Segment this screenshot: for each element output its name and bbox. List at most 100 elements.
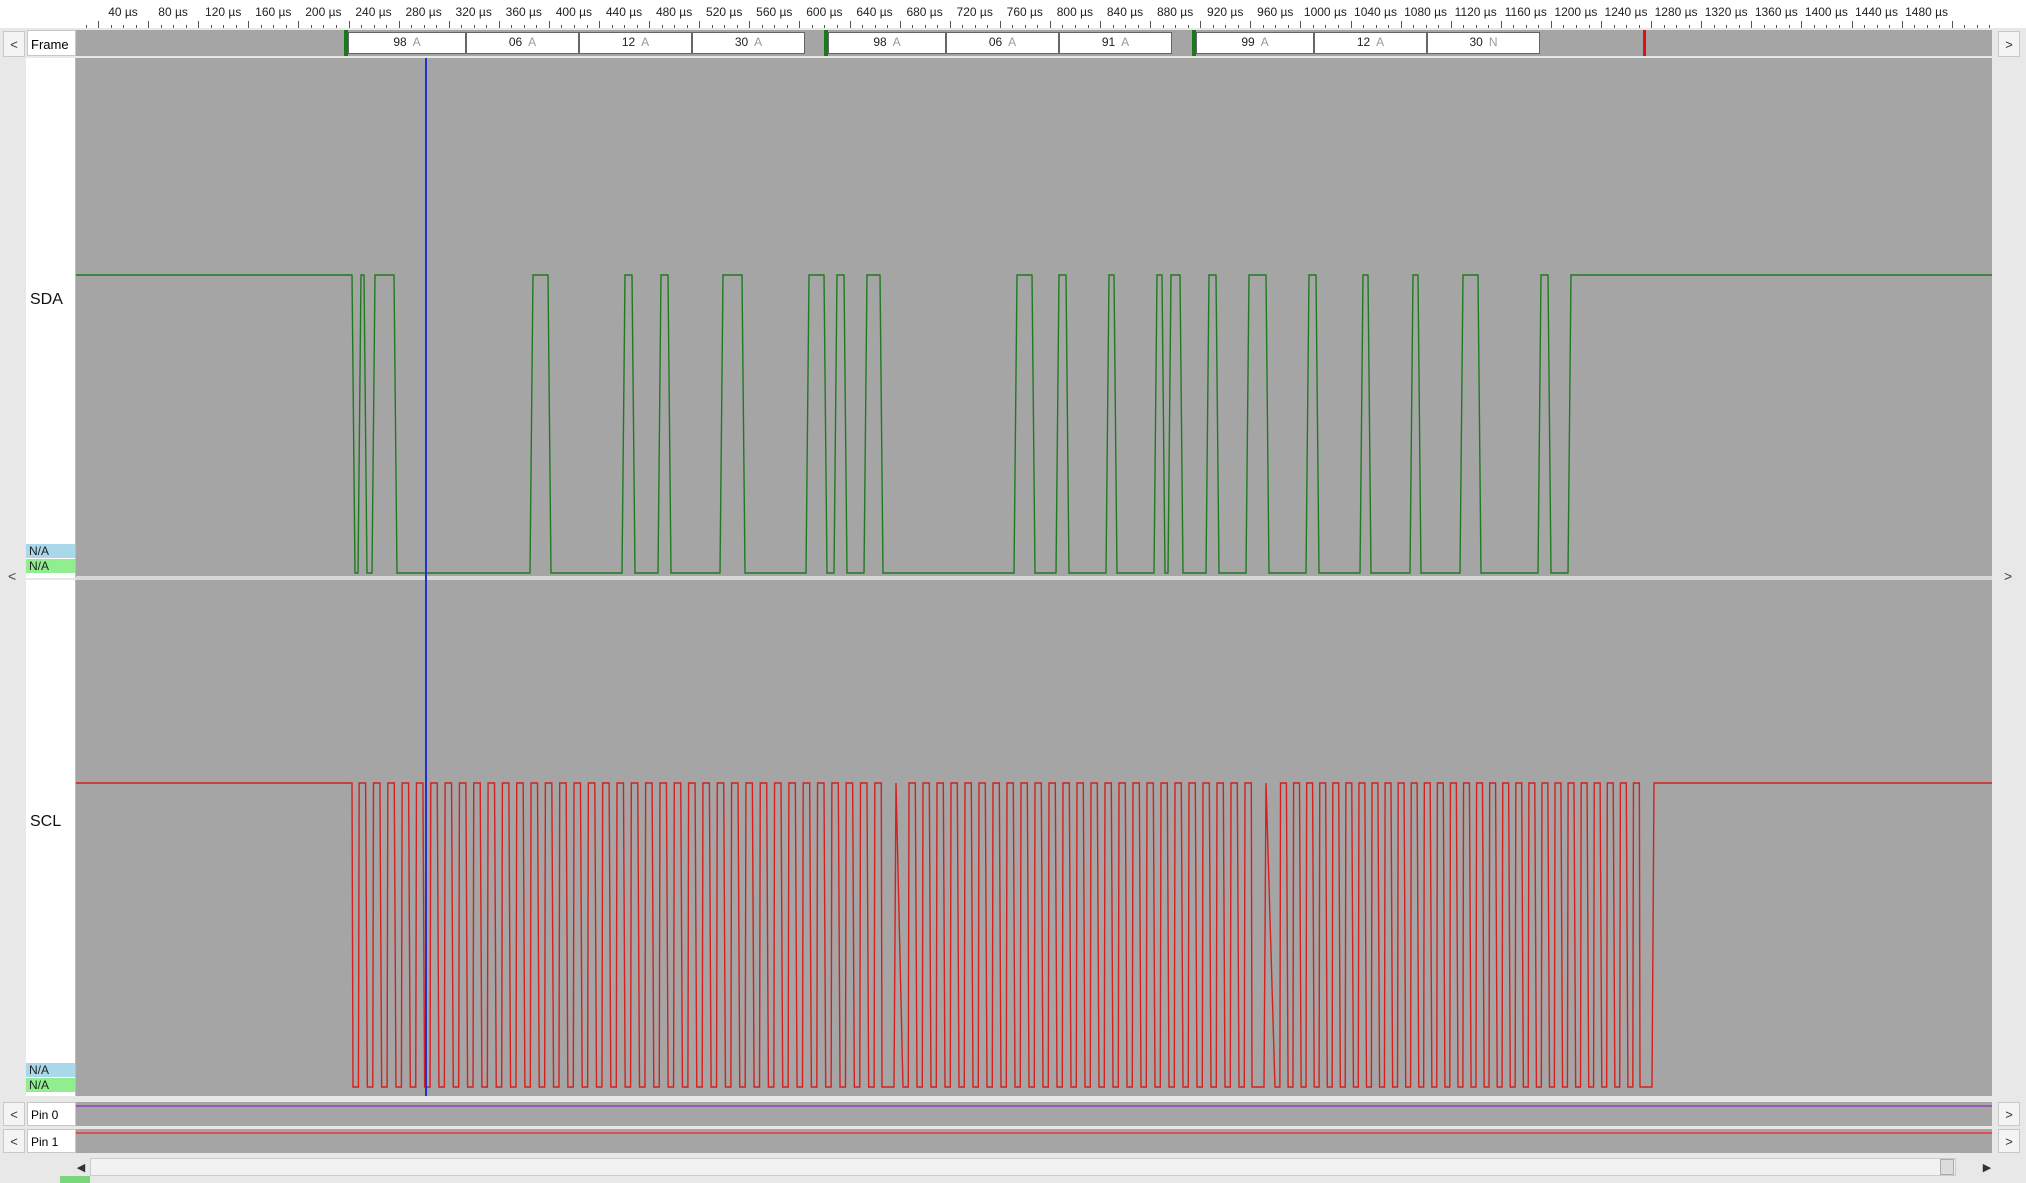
pin0-right-button[interactable]: > <box>1998 1102 2020 1126</box>
chevron-left-icon: < <box>10 36 18 52</box>
ruler-tick-label: 40 µs <box>108 5 138 19</box>
ruler-tick <box>1400 21 1402 28</box>
ruler-tick <box>1250 21 1252 28</box>
pin0-left-button[interactable]: < <box>3 1102 25 1126</box>
ruler-tick <box>148 21 150 28</box>
ruler-tick-label: 1440 µs <box>1855 5 1898 19</box>
ruler-tick-label: 1240 µs <box>1604 5 1648 19</box>
chevron-right-icon[interactable]: > <box>2004 568 2012 584</box>
pin-row-1: < Pin 1 > <box>0 1128 2026 1154</box>
channel-label-sda[interactable]: SDA N/A N/A <box>26 58 76 578</box>
ruler-tick <box>498 21 500 28</box>
horizontal-scrollbar[interactable]: ◀ ▶ <box>0 1154 2026 1183</box>
chevron-left-icon[interactable]: < <box>8 568 16 584</box>
byte-value: 06 <box>988 35 1003 49</box>
pin-label: Pin 0 <box>27 1102 76 1126</box>
frame-byte[interactable]: 98 A <box>348 32 466 54</box>
channel-label-scl[interactable]: SCL N/A N/A <box>26 580 76 1096</box>
frame-byte[interactable]: 30 N <box>1427 32 1540 54</box>
pin-line <box>76 1105 1992 1107</box>
waveform-area: < SDA N/A N/A SCL N/A N/A > <box>0 58 2026 1096</box>
frame-byte[interactable]: 06 A <box>466 32 579 54</box>
ruler-tick-label: 1080 µs <box>1404 5 1448 19</box>
ruler-tick-label: 520 µs <box>706 5 743 19</box>
ruler-tick-label: 840 µs <box>1106 5 1144 19</box>
ruler-tick <box>348 21 350 28</box>
ruler-tick-label: 80 µs <box>158 5 188 19</box>
ruler-tick-label: 280 µs <box>405 5 442 19</box>
ruler-tick <box>98 21 100 28</box>
ruler-tick-label: 1400 µs <box>1804 5 1848 19</box>
ruler-tick <box>1450 21 1452 28</box>
ruler-tick <box>1150 21 1152 28</box>
frame-byte[interactable]: 06 A <box>946 32 1059 54</box>
ruler-tick-label: 400 µs <box>555 5 593 19</box>
ruler-tick <box>1049 21 1051 28</box>
ruler-tick <box>1951 21 1953 28</box>
ruler-tick <box>1601 21 1603 28</box>
ruler-tick-label: 1480 µs <box>1905 5 1949 19</box>
ruler-tick-label: 1200 µs <box>1554 5 1598 19</box>
byte-value: 98 <box>393 35 407 49</box>
byte-ack: A <box>1376 35 1385 49</box>
chevron-right-icon: > <box>2005 36 2013 52</box>
scroll-track[interactable] <box>90 1158 1956 1176</box>
ruler-tick <box>548 21 550 28</box>
frame-byte[interactable]: 91 A <box>1059 32 1172 54</box>
ruler-tick-label: 480 µs <box>655 5 693 19</box>
frame-byte[interactable]: 98 A <box>828 32 946 54</box>
stop-marker <box>1643 30 1646 56</box>
frame-scroll-right-button[interactable]: > <box>1998 31 2020 57</box>
ruler-tick <box>298 21 300 28</box>
ruler-tick-label: 1360 µs <box>1754 5 1798 19</box>
triangle-left-icon: ◀ <box>76 1161 86 1174</box>
na-badge-bottom: N/A <box>26 559 75 573</box>
ruler-tick <box>849 21 851 28</box>
byte-ack: A <box>1008 35 1017 49</box>
byte-value: 12 <box>1356 35 1371 49</box>
left-margin: < <box>0 58 26 1096</box>
ruler-tick-label: 1160 µs <box>1504 5 1547 19</box>
na-badge-top: N/A <box>26 544 75 558</box>
scroll-left-button[interactable]: ◀ <box>72 1158 90 1176</box>
na-badge-top: N/A <box>26 1063 75 1077</box>
frame-byte[interactable]: 12 A <box>579 32 692 54</box>
ruler-tick-label: 960 µs <box>1257 5 1294 19</box>
ruler-tick <box>999 21 1001 28</box>
na-badge-bottom: N/A <box>26 1078 75 1092</box>
frame-byte[interactable]: 12 A <box>1314 32 1427 54</box>
chevron-right-icon: > <box>2005 1133 2013 1149</box>
triangle-right-icon: ▶ <box>1982 1161 1992 1174</box>
pin-strip <box>76 1102 1992 1126</box>
ruler-tick <box>749 21 751 28</box>
pin1-right-button[interactable]: > <box>1998 1129 2020 1153</box>
ruler-tick <box>1350 21 1352 28</box>
byte-value: 06 <box>508 35 523 49</box>
channel-name: SCL <box>30 813 62 830</box>
ruler-tick <box>1550 21 1552 28</box>
chevron-right-icon: > <box>2005 1106 2013 1122</box>
ruler-tick <box>1500 21 1502 28</box>
ruler-tick-label: 120 µs <box>205 5 242 19</box>
time-ruler[interactable]: 40 µs 80 µs 120 µs 160 µs 200 µs 240 µs 280 µs… <box>0 0 2026 29</box>
pin1-left-button[interactable]: < <box>3 1129 25 1153</box>
position-marker <box>60 1176 90 1183</box>
ruler-tick-label: 160 µs <box>255 5 292 19</box>
frame-row: < Frame 98 A 06 A 12 A 30 A 98 A 06 A 91 A 99 A 12 A 30 N > <box>0 28 2026 58</box>
byte-value: 91 <box>1101 35 1116 49</box>
ruler-tick-label: 200 µs <box>305 5 342 19</box>
ruler-tick <box>198 21 200 28</box>
ruler-tick-label: 1280 µs <box>1654 5 1698 19</box>
byte-ack: A <box>528 35 537 49</box>
waveform-plot[interactable] <box>76 58 1992 1096</box>
frame-byte[interactable]: 99 A <box>1196 32 1314 54</box>
scroll-thumb[interactable] <box>1940 1159 1954 1175</box>
byte-ack: A <box>412 35 421 49</box>
frame-scroll-left-button[interactable]: < <box>3 31 25 57</box>
scroll-right-button[interactable]: ▶ <box>1978 1158 1996 1176</box>
byte-value: 99 <box>1241 35 1255 49</box>
frame-byte[interactable]: 30 A <box>692 32 805 54</box>
ruler-tick <box>799 21 801 28</box>
ruler-tick-label: 1040 µs <box>1354 5 1397 19</box>
ruler-tick <box>248 21 250 28</box>
